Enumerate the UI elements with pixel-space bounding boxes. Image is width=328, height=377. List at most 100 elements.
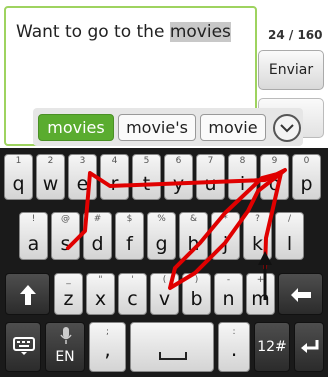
key-hint: & <box>189 214 198 224</box>
message-text: Want to go to the movies <box>16 22 231 42</box>
key-label: s <box>60 233 71 255</box>
key-hint: % <box>157 214 166 224</box>
key-hint: 2 <box>47 156 54 166</box>
keyboard: 1 q 2 w 3 e 4 r 5 t 6 y 7 u 8 i 9 o 0 p! a @ s # d $ f% g & h * j? k / l _ z… <box>0 148 328 377</box>
key-p[interactable]: 0p <box>292 154 321 200</box>
key-hint: _ <box>66 275 71 285</box>
key-v[interactable]: (v <box>150 273 179 315</box>
keyboard-icon <box>13 337 35 355</box>
suggestion-chip[interactable]: movie's <box>118 114 196 141</box>
key-hint: " <box>98 275 103 285</box>
key-label: a <box>27 233 40 255</box>
key-d[interactable]: # d <box>83 212 112 260</box>
shift-icon <box>20 285 36 305</box>
keyboard-settings-key[interactable] <box>5 322 41 372</box>
chevron-down-icon <box>280 124 294 133</box>
key-label: k <box>251 233 263 255</box>
key-hint: ! <box>31 214 36 224</box>
language-label: EN <box>55 349 75 365</box>
key-label: n <box>222 288 235 310</box>
key-c[interactable]: ' c <box>118 273 147 315</box>
key-k[interactable]: ? k <box>243 212 272 260</box>
key-label: l <box>286 233 293 255</box>
key-hint: 8 <box>239 156 246 166</box>
microphone-icon <box>60 327 72 344</box>
space-icon <box>159 352 187 360</box>
key-j[interactable]: * j <box>211 212 240 260</box>
language-mic-key[interactable]: EN <box>45 322 85 372</box>
key-hint: 9 <box>271 156 278 166</box>
key-label: h <box>187 233 200 255</box>
key-x[interactable]: " x <box>86 273 115 315</box>
expand-suggestions-button[interactable] <box>273 114 301 142</box>
key-label: z <box>63 288 74 310</box>
enter-icon <box>301 340 319 353</box>
key-label: j <box>222 233 229 255</box>
key-z[interactable]: _ z <box>54 273 83 315</box>
character-counter: 24 / 160 <box>268 28 323 42</box>
key-r[interactable]: 4r <box>100 154 129 200</box>
key-u[interactable]: 7u <box>196 154 225 200</box>
key-label: i <box>239 173 246 195</box>
key-hint: 4 <box>111 156 118 166</box>
key-hint: * <box>223 214 228 224</box>
key-hint: 7 <box>207 156 214 166</box>
key-m[interactable]: + m <box>246 273 275 315</box>
key-label: m <box>251 288 270 310</box>
key-label: p <box>300 173 313 195</box>
key-hint: + <box>256 275 265 285</box>
key-hint: ? <box>255 214 260 224</box>
symbols-key[interactable]: 12# <box>254 322 290 372</box>
period-key[interactable]: : . <box>218 322 250 372</box>
key-hint: - <box>226 275 231 285</box>
key-b[interactable]: ) b <box>182 273 211 315</box>
key-label: b <box>190 288 203 310</box>
key-hint: ' <box>131 275 134 285</box>
key-label: u <box>204 173 217 195</box>
key-w[interactable]: 2w <box>36 154 65 200</box>
highlighted-word: movies <box>169 22 231 42</box>
key-q[interactable]: 1q <box>4 154 33 200</box>
backspace-key[interactable] <box>278 273 323 315</box>
key-l[interactable]: / l <box>275 212 304 260</box>
key-e[interactable]: 3e <box>68 154 97 200</box>
space-key[interactable] <box>130 322 214 372</box>
key-s[interactable]: @ s <box>51 212 80 260</box>
key-hint: 6 <box>175 156 182 166</box>
key-f[interactable]: $ f <box>115 212 144 260</box>
suggestion-chip[interactable]: movie <box>200 114 266 141</box>
suggestion-chip[interactable]: movies <box>38 114 114 141</box>
enter-key[interactable] <box>294 322 324 372</box>
key-hint: $ <box>126 214 133 224</box>
key-o[interactable]: 9o <box>260 154 289 200</box>
key-hint: 3 <box>79 156 86 166</box>
key-hint: 1 <box>15 156 22 166</box>
key-label: o <box>268 173 281 195</box>
key-n[interactable]: -n <box>214 273 243 315</box>
key-label: w <box>42 173 59 195</box>
key-label: x <box>94 288 107 310</box>
key-i[interactable]: 8i <box>228 154 257 200</box>
backspace-icon <box>291 288 311 302</box>
key-label: g <box>155 233 168 255</box>
key-label: c <box>127 288 138 310</box>
key-hint: / <box>287 214 292 224</box>
key-label: e <box>76 173 89 195</box>
key-label: v <box>158 288 171 310</box>
shift-key[interactable] <box>5 273 50 315</box>
key-h[interactable]: & h <box>179 212 208 260</box>
send-button[interactable]: Enviar <box>258 50 324 90</box>
key-a[interactable]: ! a <box>19 212 48 260</box>
key-hint: 0 <box>303 156 310 166</box>
key-label: q <box>12 173 25 195</box>
key-t[interactable]: 5t <box>132 154 161 200</box>
key-y[interactable]: 6y <box>164 154 193 200</box>
key-hint: @ <box>61 214 70 224</box>
key-label: f <box>126 233 133 255</box>
key-label: y <box>172 173 185 195</box>
key-hint: ( <box>162 275 167 285</box>
key-g[interactable]: % g <box>147 212 176 260</box>
comma-key[interactable]: ; , <box>89 322 126 372</box>
key-label: r <box>110 173 119 195</box>
key-hint: # <box>93 214 102 224</box>
